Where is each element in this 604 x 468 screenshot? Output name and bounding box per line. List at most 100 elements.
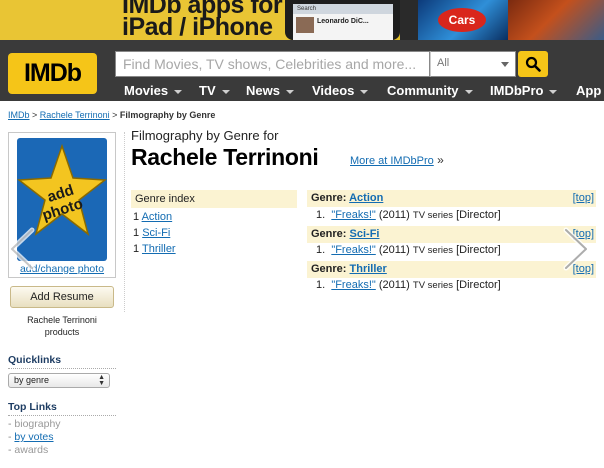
search-button[interactable] <box>518 51 548 77</box>
toplinks-title: Top Links <box>8 401 57 413</box>
title-link[interactable]: "Freaks!" <box>331 209 375 221</box>
nav-news[interactable]: News <box>237 81 294 101</box>
breadcrumb-separator: > <box>29 110 40 120</box>
toplink-label: biography <box>14 418 61 430</box>
imdb-logo[interactable]: IMDb <box>8 53 97 94</box>
list-item: 1. "Freaks!" (2011) TV series [Director] <box>316 244 501 256</box>
nav-app[interactable]: App <box>567 81 601 101</box>
item-year: (2011) <box>378 244 410 256</box>
chevron-down-icon <box>464 89 473 94</box>
page-title: Rachele Terrinoni <box>131 144 319 170</box>
chevron-down-icon <box>501 62 509 67</box>
item-kind: TV series <box>412 245 454 256</box>
add-resume-button[interactable]: Add Resume <box>10 286 114 308</box>
genre-header-thriller: Genre: Thriller [top] <box>307 261 596 278</box>
item-kind: TV series <box>412 210 454 221</box>
toplink-awards[interactable]: - awards <box>8 444 48 456</box>
quicklinks-title: Quicklinks <box>8 354 62 366</box>
resume-caption: Rachele Terrinoni products <box>8 314 116 338</box>
toplink-label: awards <box>14 444 49 456</box>
genre-prefix: Genre: <box>311 228 350 240</box>
breadcrumb: IMDb > Rachele Terrinoni > Filmography b… <box>8 110 215 120</box>
breadcrumb-person-link[interactable]: Rachele Terrinoni <box>40 110 110 120</box>
title-link[interactable]: "Freaks!" <box>331 244 375 256</box>
banner-phone-image: Search Leonardo DiC... <box>285 0 400 40</box>
search-input[interactable] <box>116 52 429 76</box>
nav-label: Community <box>387 83 459 98</box>
item-number: 1. <box>316 244 326 256</box>
phone-thumbnail <box>296 17 314 33</box>
nav-label: TV <box>199 83 216 98</box>
genre-count: 1 <box>133 227 140 239</box>
nav-movies[interactable]: Movies <box>115 81 183 101</box>
genre-index-item: 1 Sci-Fi <box>133 227 170 239</box>
search-category-select[interactable]: All <box>430 51 516 77</box>
chevron-right-icon[interactable] <box>558 226 594 272</box>
top-link[interactable]: [top] <box>573 190 594 207</box>
breadcrumb-home-link[interactable]: IMDb <box>8 110 30 120</box>
genre-index-link-scifi[interactable]: Sci-Fi <box>142 227 170 239</box>
phone-name-text: Leonardo DiC... <box>317 18 369 25</box>
page-subtitle: Filmography by Genre for <box>131 128 279 143</box>
genre-index-item: 1 Thriller <box>133 243 176 255</box>
chevron-down-icon <box>174 89 183 94</box>
toplink-by-votes[interactable]: - by votes <box>8 431 54 443</box>
column-divider <box>124 132 125 312</box>
nav-community[interactable]: Community <box>378 81 473 101</box>
item-kind: TV series <box>412 280 454 291</box>
search-box[interactable] <box>115 51 430 77</box>
genre-link-scifi[interactable]: Sci-Fi <box>350 228 380 240</box>
more-at-imdbpro[interactable]: More at IMDbPro » <box>350 153 444 167</box>
chevron-down-icon <box>285 89 294 94</box>
tablet-logo: Cars <box>438 8 486 32</box>
nav-label: Videos <box>312 83 355 98</box>
nav-imdbpro[interactable]: IMDbPro <box>481 81 558 101</box>
resume-caption-name: Rachele Terrinoni <box>27 315 97 325</box>
item-year: (2011) <box>378 279 410 291</box>
item-role: [Director] <box>456 244 501 256</box>
resume-caption-products: products <box>44 327 80 337</box>
item-role: [Director] <box>456 279 501 291</box>
breadcrumb-separator: > <box>109 110 120 120</box>
genre-index-title: Genre index <box>131 190 297 208</box>
chevron-down-icon <box>221 89 230 94</box>
nav-label: IMDbPro <box>490 83 544 98</box>
genre-link-thriller[interactable]: Thriller <box>350 263 387 275</box>
item-number: 1. <box>316 209 326 221</box>
search-icon <box>525 56 541 72</box>
toplink-biography[interactable]: - biography <box>8 418 61 430</box>
toplinks-divider <box>8 415 116 416</box>
banner-tablet-image: Cars <box>418 0 508 40</box>
title-link[interactable]: "Freaks!" <box>331 279 375 291</box>
toplink-label: by votes <box>14 431 54 443</box>
genre-link-action[interactable]: Action <box>349 192 383 204</box>
genre-count: 1 <box>133 243 140 255</box>
promo-banner[interactable]: IMDb apps for iPad / iPhone Search Leona… <box>0 0 604 40</box>
chevron-left-icon[interactable] <box>4 226 40 272</box>
chevron-down-icon <box>549 89 558 94</box>
nav-tv[interactable]: TV <box>190 81 230 101</box>
quicklinks-divider <box>8 368 116 369</box>
list-item: 1. "Freaks!" (2011) TV series [Director] <box>316 209 501 221</box>
select-arrows-icon: ▲ ▼ <box>98 374 105 387</box>
chevron-down-icon <box>360 89 369 94</box>
genre-count: 1 <box>133 211 140 223</box>
item-number: 1. <box>316 279 326 291</box>
banner-headline-line2: iPad / iPhone <box>122 13 273 40</box>
more-at-imdbpro-link[interactable]: More at IMDbPro <box>350 155 434 167</box>
nav-videos[interactable]: Videos <box>303 81 369 101</box>
nav-label: Movies <box>124 83 169 98</box>
nav-label: News <box>246 83 280 98</box>
item-role: [Director] <box>456 209 501 221</box>
banner-divider <box>400 0 418 40</box>
genre-index-link-action[interactable]: Action <box>142 211 173 223</box>
genre-index-link-thriller[interactable]: Thriller <box>142 243 176 255</box>
list-item: 1. "Freaks!" (2011) TV series [Director] <box>316 279 501 291</box>
banner-cars-image <box>508 0 604 40</box>
quicklinks-selected-value: by genre <box>14 375 50 385</box>
quicklinks-select[interactable]: by genre ▲ ▼ <box>8 373 110 388</box>
genre-header-action: Genre: Action [top] <box>307 190 596 207</box>
genre-index-item: 1 Action <box>133 211 172 223</box>
breadcrumb-current: Filmography by Genre <box>119 110 216 120</box>
phone-search-text: Search <box>297 6 317 12</box>
